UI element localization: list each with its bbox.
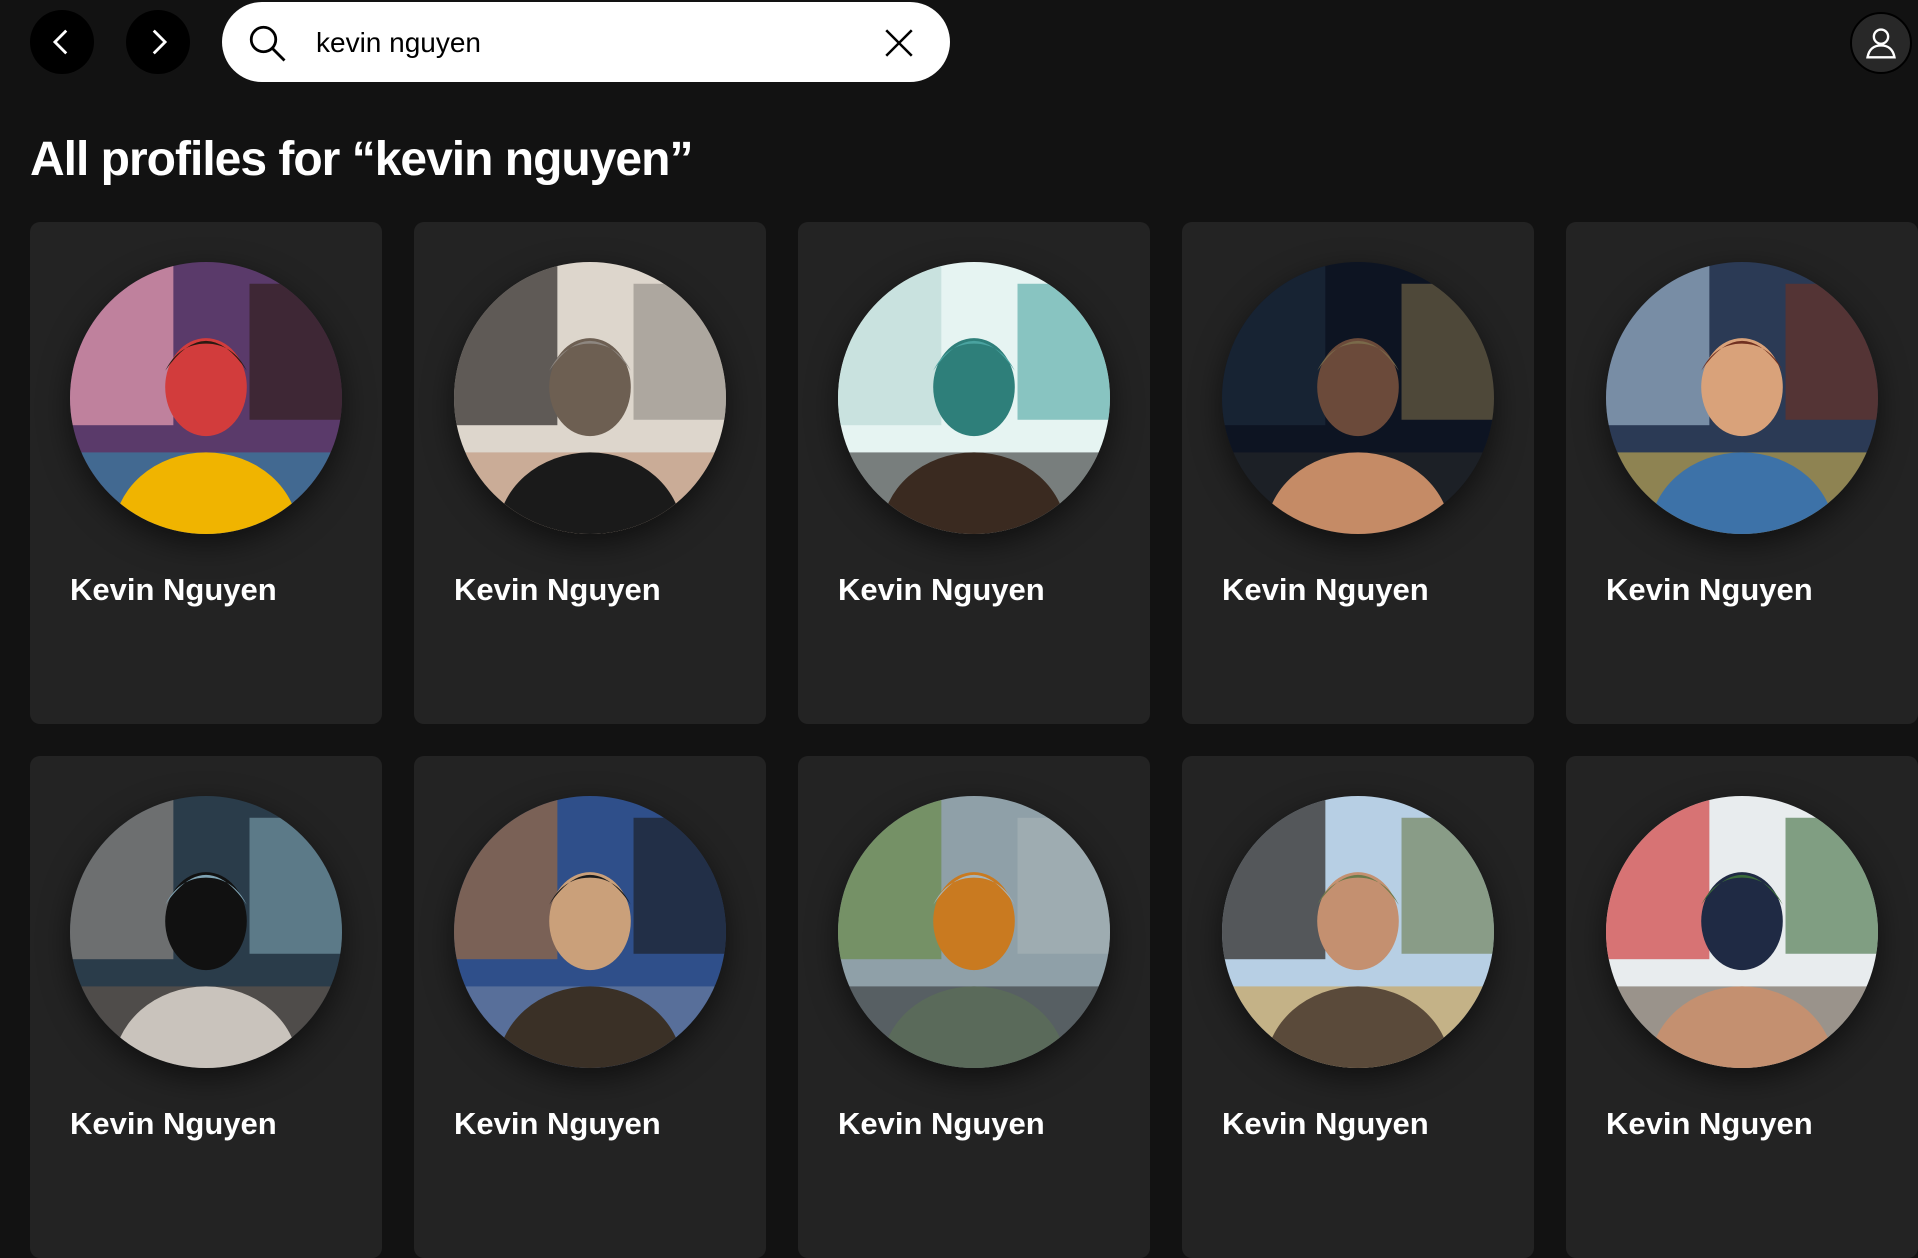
profile-name: Kevin Nguyen	[1606, 572, 1813, 607]
profile-name: Kevin Nguyen	[838, 572, 1045, 607]
profile-card[interactable]: Kevin Nguyen	[798, 756, 1150, 1258]
profile-card[interactable]: Kevin Nguyen	[414, 222, 766, 724]
search-icon	[249, 25, 286, 62]
profile-avatar	[838, 796, 1110, 1068]
user-profile-button[interactable]	[1850, 12, 1912, 74]
profile-avatar	[454, 796, 726, 1068]
profile-card[interactable]: Kevin Nguyen	[798, 222, 1150, 724]
profile-avatar	[1222, 262, 1494, 534]
profile-name: Kevin Nguyen	[454, 1106, 661, 1141]
top-bar	[0, 0, 1918, 84]
profile-card[interactable]: Kevin Nguyen	[30, 222, 382, 724]
profile-card[interactable]: Kevin Nguyen	[414, 756, 766, 1258]
profile-avatar	[70, 796, 342, 1068]
forward-button[interactable]	[126, 10, 190, 74]
chevron-left-icon	[52, 29, 68, 55]
search-bar	[222, 2, 950, 82]
profile-card[interactable]: Kevin Nguyen	[1182, 222, 1534, 724]
page-title: All profiles for “kevin nguyen”	[30, 133, 693, 186]
profile-avatar	[1222, 796, 1494, 1068]
back-button[interactable]	[30, 10, 94, 74]
profile-avatar	[454, 262, 726, 534]
profile-name: Kevin Nguyen	[1222, 572, 1429, 607]
profile-name: Kevin Nguyen	[838, 1106, 1045, 1141]
profile-name: Kevin Nguyen	[1222, 1106, 1429, 1141]
profile-card[interactable]: Kevin Nguyen	[1566, 222, 1918, 724]
profile-card[interactable]: Kevin Nguyen	[1566, 756, 1918, 1258]
profile-card[interactable]: Kevin Nguyen	[1182, 756, 1534, 1258]
profile-name: Kevin Nguyen	[70, 1106, 277, 1141]
close-icon[interactable]	[882, 26, 916, 60]
profile-avatar	[70, 262, 342, 534]
profile-avatar	[1606, 796, 1878, 1068]
profile-avatar	[838, 262, 1110, 534]
profile-name: Kevin Nguyen	[1606, 1106, 1813, 1141]
profile-card[interactable]: Kevin Nguyen	[30, 756, 382, 1258]
profile-name: Kevin Nguyen	[70, 572, 277, 607]
profile-name: Kevin Nguyen	[454, 572, 661, 607]
chevron-right-icon	[152, 29, 168, 55]
profile-avatar	[1606, 262, 1878, 534]
profile-grid: Kevin Nguyen Kevin Nguyen Kevin Nguyen Kevi…	[30, 222, 1918, 1258]
search-input[interactable]	[314, 16, 878, 70]
user-icon	[1866, 28, 1896, 59]
